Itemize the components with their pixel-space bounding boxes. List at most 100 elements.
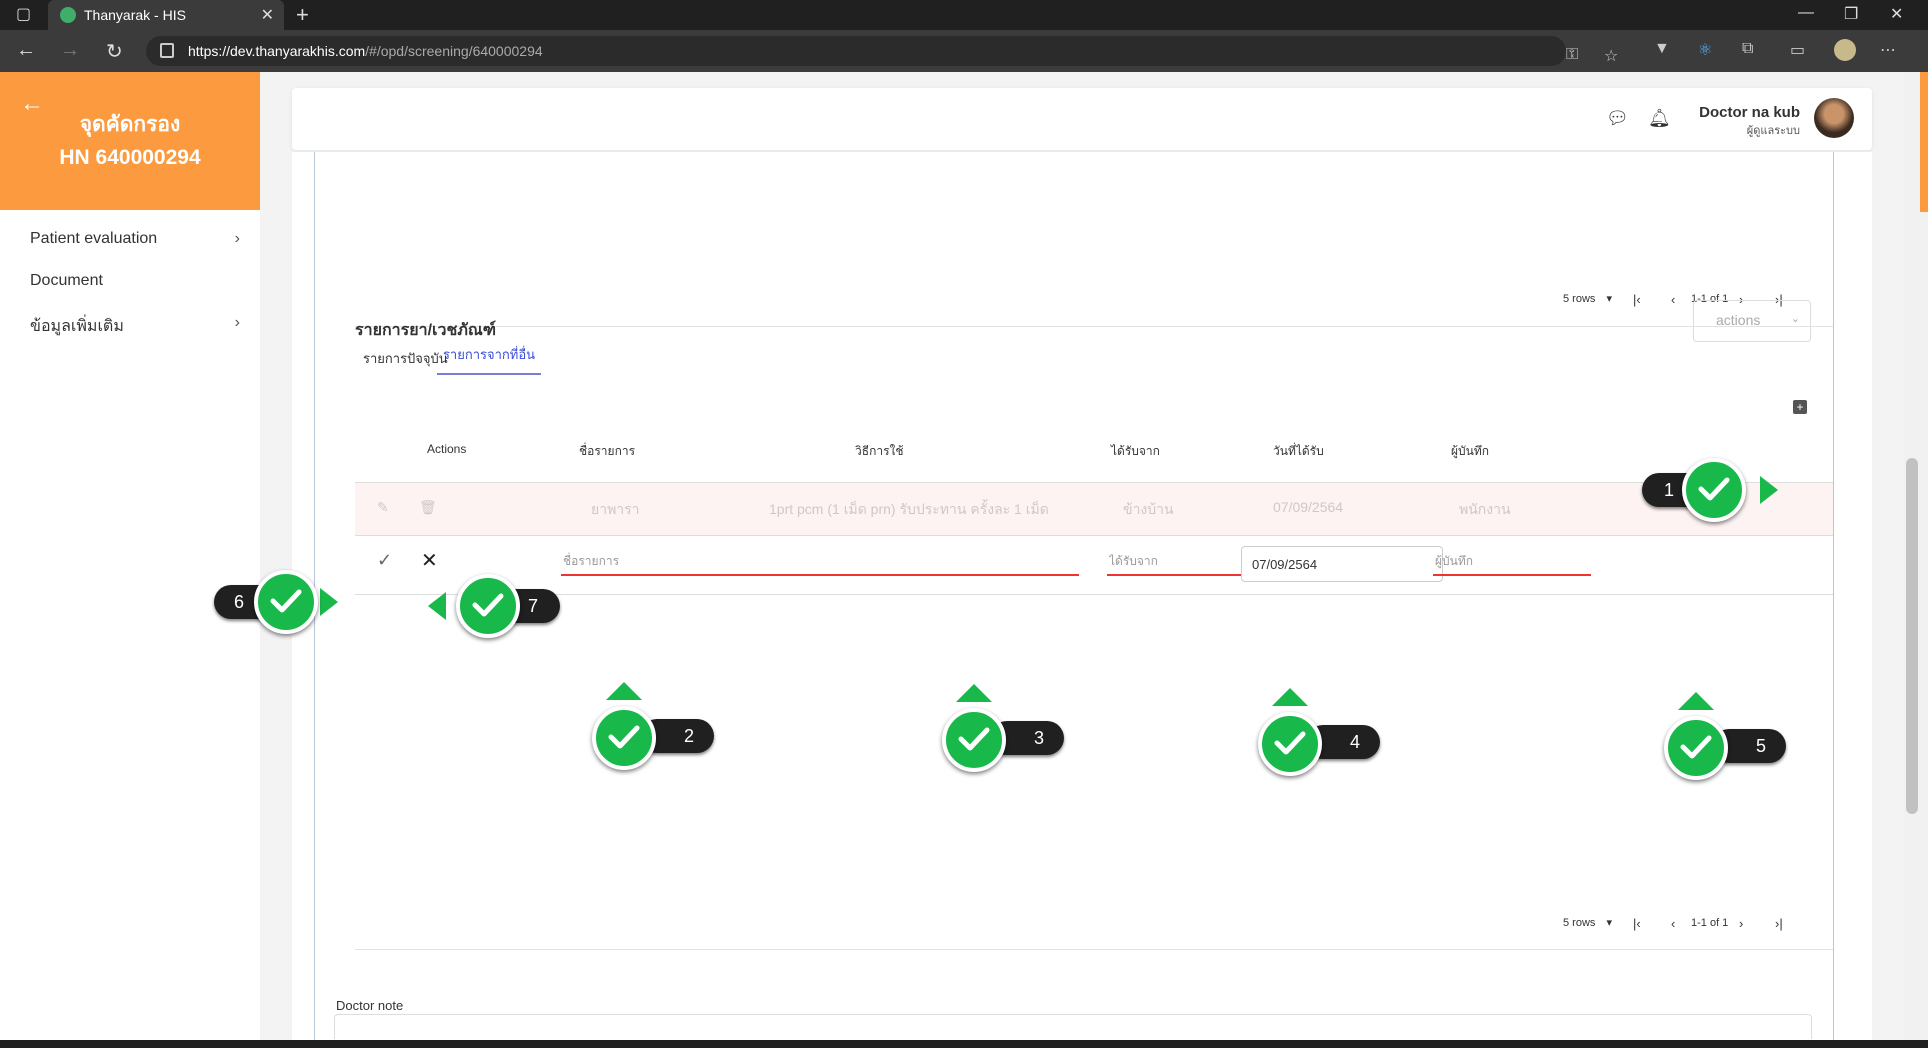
confirm-icon[interactable]: ✓ — [377, 550, 392, 571]
date-value: 07/09/2564 — [1252, 557, 1318, 572]
section-title: รายการยา/เวชภัณฑ์ — [355, 322, 497, 339]
sidebar: ← จุดคัดกรอง HN 640000294 Patient evalua… — [0, 72, 260, 1040]
last-page-icon[interactable]: ›| — [1775, 916, 1783, 931]
top-header: 💬︎ 🔔︎ Doctor na kub ผู้ดูแลระบบ — [292, 88, 1872, 150]
minimize-icon[interactable]: — — [1798, 4, 1814, 22]
url-text: https://dev.thanyarakhis.com/#/opd/scree… — [188, 43, 543, 59]
reload-icon[interactable]: ↻ — [106, 39, 123, 64]
chevron-down-icon: ⌄ — [1790, 313, 1800, 325]
page-range: 1-1 of 1 — [1691, 917, 1729, 929]
col-header-received-from: ได้รับจาก — [1111, 444, 1160, 458]
restore-icon[interactable]: ❐ — [1844, 4, 1858, 24]
doctor-note-label: Doctor note — [336, 998, 404, 1013]
delete-icon[interactable]: 🗑︎ — [419, 499, 437, 516]
forward-icon[interactable]: → — [60, 39, 80, 62]
col-header-usage: วิธีการใช้ — [855, 444, 904, 458]
back-icon[interactable]: ← — [16, 39, 36, 62]
first-page-icon[interactable]: |‹ — [1633, 916, 1641, 931]
recorder-input[interactable] — [1433, 548, 1591, 576]
close-tab-icon[interactable]: ✕ — [261, 5, 274, 25]
rows-per-page-bottom[interactable]: 5 rows ▾ — [1563, 916, 1612, 929]
sidebar-item-label: Patient evaluation — [30, 230, 158, 247]
extension-v-icon[interactable]: ▼ — [1654, 40, 1670, 58]
received-from-input[interactable] — [1107, 548, 1241, 576]
url-field[interactable]: https://dev.thanyarakhis.com/#/opd/scree… — [146, 36, 1618, 66]
edit-row: ✓ ✕ 07/09/2564 — [355, 534, 1833, 595]
divider — [355, 949, 1833, 950]
extension-react-icon[interactable]: ⚛ — [1698, 40, 1712, 60]
brand-strip — [1920, 72, 1928, 212]
marker-pointer — [1272, 688, 1308, 706]
chevron-right-icon: › — [234, 230, 240, 247]
check-marker-icon — [254, 570, 318, 634]
browser-tab[interactable]: Thanyarak - HIS ✕ — [48, 0, 284, 30]
divider — [355, 326, 1833, 327]
prev-page-icon[interactable]: ‹ — [1671, 916, 1675, 931]
rows-per-page-top[interactable]: 5 rows ▾ — [1563, 292, 1612, 305]
received-date-field[interactable]: 07/09/2564 — [1241, 546, 1443, 582]
edit-icon[interactable]: ✎ — [377, 499, 389, 516]
tab-current-list[interactable]: รายการปัจจุบัน — [363, 348, 448, 369]
check-marker-icon — [1682, 458, 1746, 522]
rows-label: 5 rows — [1563, 917, 1596, 929]
cell-received-from: ข้างบ้าน — [1123, 501, 1174, 517]
key-icon[interactable]: ⚿ — [1566, 46, 1578, 64]
check-marker-icon — [1258, 712, 1322, 776]
browser-tabstrip: ▢ Thanyarak - HIS ✕ + — ❐ ✕ — [0, 0, 1928, 30]
actions-dropdown[interactable]: actions ⌄ — [1693, 300, 1811, 342]
cell-received-date: 07/09/2564 — [1273, 499, 1344, 515]
tab-title: Thanyarak - HIS — [84, 7, 186, 23]
tab-actions-icon[interactable]: ▢ — [16, 4, 31, 24]
taskbar — [0, 1040, 1928, 1048]
col-header-actions: Actions — [427, 442, 467, 456]
name-input[interactable] — [561, 548, 731, 576]
sidebar-item-additional-info[interactable]: ข้อมูลเพิ่มเติม › — [30, 314, 240, 339]
chat-icon[interactable]: 💬︎ — [1606, 108, 1629, 129]
sidebar-item-label: ข้อมูลเพิ่มเติม — [30, 318, 124, 335]
new-tab-icon[interactable]: + — [296, 2, 309, 28]
cell-recorder: พนักงาน — [1459, 501, 1511, 517]
avatar[interactable] — [1814, 98, 1854, 138]
extensions-icon[interactable]: ⧉ — [1742, 40, 1753, 58]
cast-icon[interactable]: ▭ — [1790, 40, 1805, 60]
sidebar-item-document[interactable]: Document — [30, 272, 240, 290]
bell-icon[interactable]: 🔔︎ — [1648, 108, 1671, 129]
marker-pointer — [1760, 476, 1778, 504]
marker-pointer — [956, 684, 992, 702]
user-name: Doctor na kub — [1699, 104, 1800, 121]
marker-pointer — [428, 592, 446, 620]
close-window-icon[interactable]: ✕ — [1890, 4, 1903, 24]
cell-name: ยาพารา — [591, 501, 640, 517]
cancel-icon[interactable]: ✕ — [421, 548, 438, 573]
favorite-icon[interactable]: ☆ — [1604, 46, 1618, 66]
sidebar-item-label: Document — [30, 272, 103, 289]
marker-pointer — [1678, 692, 1714, 710]
menu-icon[interactable]: ⋯ — [1880, 40, 1896, 60]
rows-label: 5 rows — [1563, 293, 1596, 305]
tab-external-list[interactable]: รายการจากที่อื่น — [437, 344, 541, 375]
add-row-button[interactable]: + — [1793, 400, 1807, 414]
lock-icon — [160, 43, 174, 58]
doctor-note-input[interactable] — [334, 1014, 1812, 1039]
sidebar-item-patient-evaluation[interactable]: Patient evaluation › — [30, 230, 240, 248]
cell-usage: 1prt pcm (1 เม็ด prn) รับประทาน ครั้งละ … — [769, 501, 1049, 517]
check-marker-icon — [456, 574, 520, 638]
table-row: ✎ 🗑︎ ยาพารา 1prt pcm (1 เม็ด prn) รับประ… — [355, 482, 1833, 536]
marker-pointer — [606, 682, 642, 700]
check-marker-icon — [592, 706, 656, 770]
col-header-name: ชื่อรายการ — [579, 444, 636, 458]
favicon-icon — [60, 7, 76, 23]
profile-icon[interactable] — [1834, 39, 1856, 61]
next-page-icon[interactable]: › — [1739, 916, 1743, 931]
actions-label: actions — [1716, 312, 1761, 328]
check-marker-icon — [942, 708, 1006, 772]
scrollbar-thumb[interactable] — [1906, 458, 1918, 814]
col-header-received-date: วันที่ได้รับ — [1273, 444, 1324, 458]
usage-input[interactable] — [727, 548, 1079, 576]
prev-page-icon[interactable]: ‹ — [1671, 292, 1675, 307]
patient-hn: HN 640000294 — [59, 146, 201, 169]
address-bar: ← → ↻ https://dev.thanyarakhis.com/#/opd… — [0, 30, 1928, 72]
first-page-icon[interactable]: |‹ — [1633, 292, 1641, 307]
marker-pointer — [320, 588, 338, 616]
app: ← จุดคัดกรอง HN 640000294 Patient evalua… — [0, 72, 1928, 1040]
